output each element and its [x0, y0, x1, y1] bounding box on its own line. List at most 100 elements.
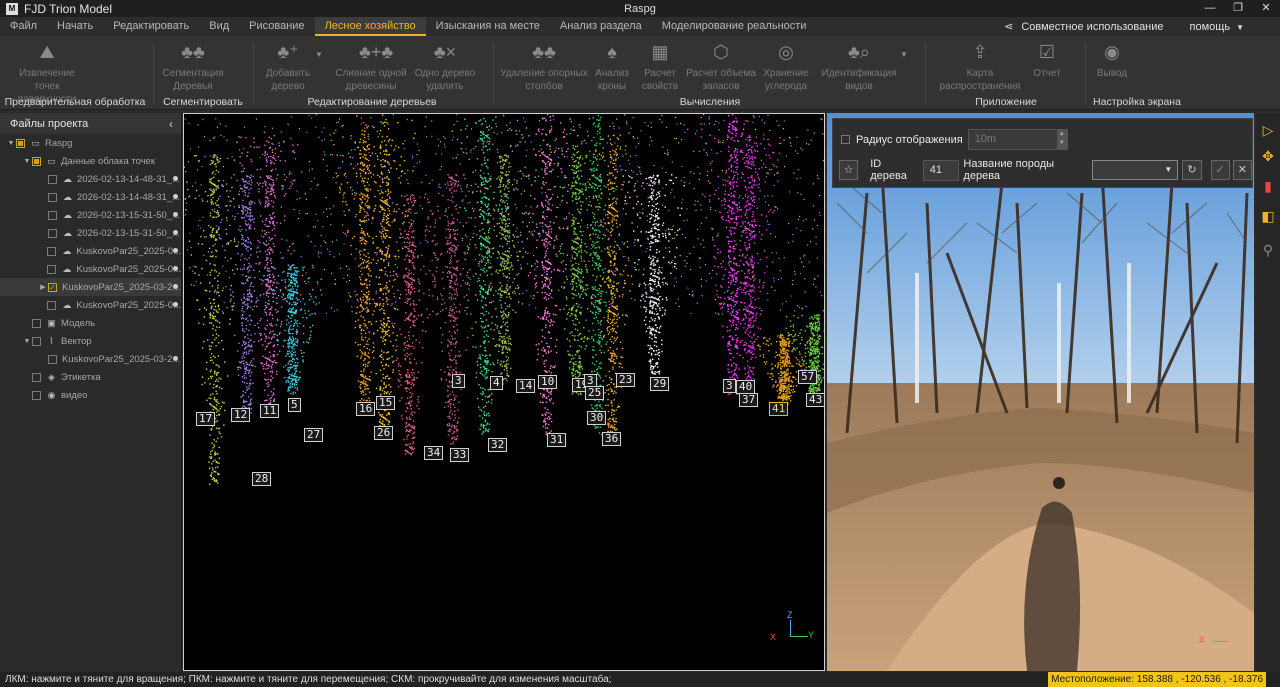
color-ramp-icon[interactable]: ▮ — [1259, 177, 1277, 195]
tree-id-label[interactable]: 57 — [798, 370, 818, 384]
help-dropdown[interactable]: помощь ▼ — [1190, 21, 1244, 33]
add-tree-chevron-down-icon[interactable]: ▼ — [315, 50, 323, 59]
menu-section-analysis[interactable]: Анализ раздела — [550, 17, 652, 36]
project-tree-item[interactable]: ▼ ▭ Данные облака точек — [0, 152, 181, 170]
visibility-checkbox[interactable] — [32, 390, 41, 400]
layers-icon[interactable]: ◧ — [1259, 207, 1277, 225]
menu-edit[interactable]: Редактировать — [103, 17, 199, 36]
visibility-checkbox[interactable] — [48, 354, 57, 364]
tree-id-label[interactable]: 3 — [723, 379, 736, 393]
visibility-checkbox[interactable] — [48, 192, 57, 202]
chevron-down-icon[interactable]: ▼ — [22, 338, 32, 345]
tree-id-label[interactable]: 12 — [231, 408, 251, 422]
visibility-checkbox[interactable] — [47, 300, 57, 310]
display-radius-input[interactable]: 10m ▲ ▼ — [967, 129, 1068, 150]
project-tree-item[interactable]: ▶ ✓ KuskovoPar25_2025-03-2... — [0, 278, 181, 296]
menu-drawing[interactable]: Рисование — [239, 17, 314, 36]
tree-id-input[interactable]: 41 — [922, 159, 960, 181]
compute-properties-button[interactable]: ▦ Расчет свойств — [638, 40, 682, 93]
tree-id-label[interactable]: 28 — [252, 472, 272, 486]
panorama-photo-view[interactable]: X — [827, 113, 1254, 671]
visibility-checkbox[interactable] — [48, 210, 57, 220]
species-id-button[interactable]: ♣⌕ Идентификация видов — [820, 40, 898, 93]
refresh-icon[interactable]: ↻ — [1182, 160, 1202, 180]
menu-start[interactable]: Начать — [47, 17, 103, 36]
visibility-checkbox[interactable]: ✓ — [48, 282, 57, 292]
tree-id-label[interactable]: 10 — [538, 375, 558, 389]
tree-id-label[interactable]: 43 — [806, 393, 824, 407]
report-button[interactable]: ☑ Отчет — [1028, 40, 1066, 80]
tree-id-label[interactable]: 27 — [304, 428, 324, 442]
menu-forestry[interactable]: Лесное хозяйство — [314, 17, 426, 36]
close-icon[interactable]: ✕ — [1252, 0, 1280, 17]
visibility-checkbox[interactable] — [32, 156, 41, 166]
tree-id-label[interactable]: 4 — [490, 376, 503, 390]
crown-analysis-button[interactable]: ♠ Анализ кроны — [592, 40, 632, 93]
display-radius-checkbox[interactable] — [841, 135, 850, 144]
tree-id-label[interactable]: 37 — [739, 393, 759, 407]
menu-view[interactable]: Вид — [199, 17, 239, 36]
distribution-map-button[interactable]: ⇪ Карта распространения — [938, 40, 1022, 93]
tree-id-label[interactable]: 16 — [356, 402, 376, 416]
tree-id-label[interactable]: 41 — [769, 402, 789, 416]
project-tree-item[interactable]: ▣ Модель — [0, 314, 181, 332]
star-icon[interactable]: ☆ — [839, 160, 859, 180]
visibility-checkbox[interactable] — [32, 318, 41, 328]
project-tree-item[interactable]: ☁ KuskovoPar25_2025-0... — [0, 260, 181, 278]
segment-trees-button[interactable]: ♣♣ Сегментация Деревья — [160, 40, 226, 93]
tree-id-label[interactable]: 40 — [736, 380, 756, 394]
tree-id-label[interactable]: 25 — [585, 386, 605, 400]
project-tree-item[interactable]: KuskovoPar25_2025-03-2... — [0, 350, 181, 368]
confirm-check-icon[interactable]: ✓ — [1210, 160, 1230, 180]
delete-tree-button[interactable]: ♣× Одно дерево удалить — [412, 40, 478, 93]
minimize-icon[interactable]: — — [1196, 0, 1224, 17]
tree-id-label[interactable]: 26 — [374, 426, 394, 440]
visibility-checkbox[interactable] — [16, 138, 25, 148]
project-tree-item[interactable]: ▼ ⌇ Вектор — [0, 332, 181, 350]
cancel-close-icon[interactable]: ✕ — [1232, 160, 1252, 180]
visibility-checkbox[interactable] — [48, 174, 57, 184]
project-tree-item[interactable]: ☁ KuskovoPar25_2025-0... — [0, 242, 181, 260]
project-tree-item[interactable]: ☁ 2026-02-13-15-31-50_... — [0, 206, 181, 224]
tree-id-label[interactable]: 33 — [450, 448, 470, 462]
volume-calc-button[interactable]: ⬡ Расчет объема запасов — [686, 40, 756, 93]
restore-icon[interactable]: ❐ — [1224, 0, 1252, 17]
tree-id-label[interactable]: 17 — [196, 412, 216, 426]
menu-reality-modeling[interactable]: Моделирование реальности — [652, 17, 817, 36]
chevron-right-icon[interactable]: ▶ — [38, 283, 48, 291]
tree-id-label[interactable]: 30 — [587, 411, 607, 425]
visibility-checkbox[interactable] — [32, 336, 41, 346]
chevron-down-icon[interactable]: ▼ — [22, 158, 32, 165]
add-tree-button[interactable]: ♣⁺ Добавить дерево — [262, 40, 314, 93]
navigate-icon[interactable]: ✥ — [1259, 147, 1277, 165]
menu-field-survey[interactable]: Изыскания на месте — [426, 17, 550, 36]
menu-file[interactable]: Файл — [0, 17, 47, 36]
tree-id-label[interactable]: 31 — [547, 433, 567, 447]
pin-icon[interactable]: ⚲ — [1259, 241, 1277, 259]
project-tree-item[interactable]: ☁ 2026-02-13-14-48-31_... — [0, 170, 181, 188]
visibility-checkbox[interactable] — [47, 246, 57, 256]
tree-id-label[interactable]: 15 — [376, 396, 396, 410]
tree-id-label[interactable]: 34 — [424, 446, 444, 460]
tree-id-label[interactable]: 36 — [602, 432, 622, 446]
collapse-panel-icon[interactable]: ‹ — [169, 117, 173, 131]
radius-spinner-icon[interactable]: ▲ ▼ — [1056, 130, 1067, 149]
share-button[interactable]: ⋖ Совместное использование — [1004, 20, 1163, 34]
project-tree-item[interactable]: ◉ видео — [0, 386, 181, 404]
project-tree-item[interactable]: ◈ Этикетка — [0, 368, 181, 386]
species-select[interactable]: ▼ — [1092, 160, 1179, 180]
project-tree-item[interactable]: ☁ 2026-02-13-15-31-50_... — [0, 224, 181, 242]
tree-id-label[interactable]: 32 — [488, 438, 508, 452]
species-chevron-down-icon[interactable]: ▼ — [900, 50, 908, 59]
visibility-checkbox[interactable] — [32, 372, 41, 382]
project-tree-item[interactable]: ☁ 2026-02-13-14-48-31_... — [0, 188, 181, 206]
tree-id-label[interactable]: 23 — [616, 373, 636, 387]
point-cloud-viewport[interactable]: 17 12 11 5 27 28 16 15 26 34 33 3 4 14 32 10 31 19 3 25 30 23… — [183, 113, 825, 671]
carbon-storage-button[interactable]: ◎ Хранение углерода — [760, 40, 812, 93]
project-tree-item[interactable]: ☁ KuskovoPar25_2025-0... — [0, 296, 181, 314]
merge-tree-button[interactable]: ♣+♣ Слияние одной древесины — [334, 40, 408, 93]
output-button[interactable]: ◉ Вывод — [1092, 40, 1132, 80]
tree-id-label[interactable]: 5 — [288, 398, 301, 412]
visibility-checkbox[interactable] — [48, 228, 57, 238]
project-tree-item[interactable]: ▼ ▭ Raspg — [0, 134, 181, 152]
